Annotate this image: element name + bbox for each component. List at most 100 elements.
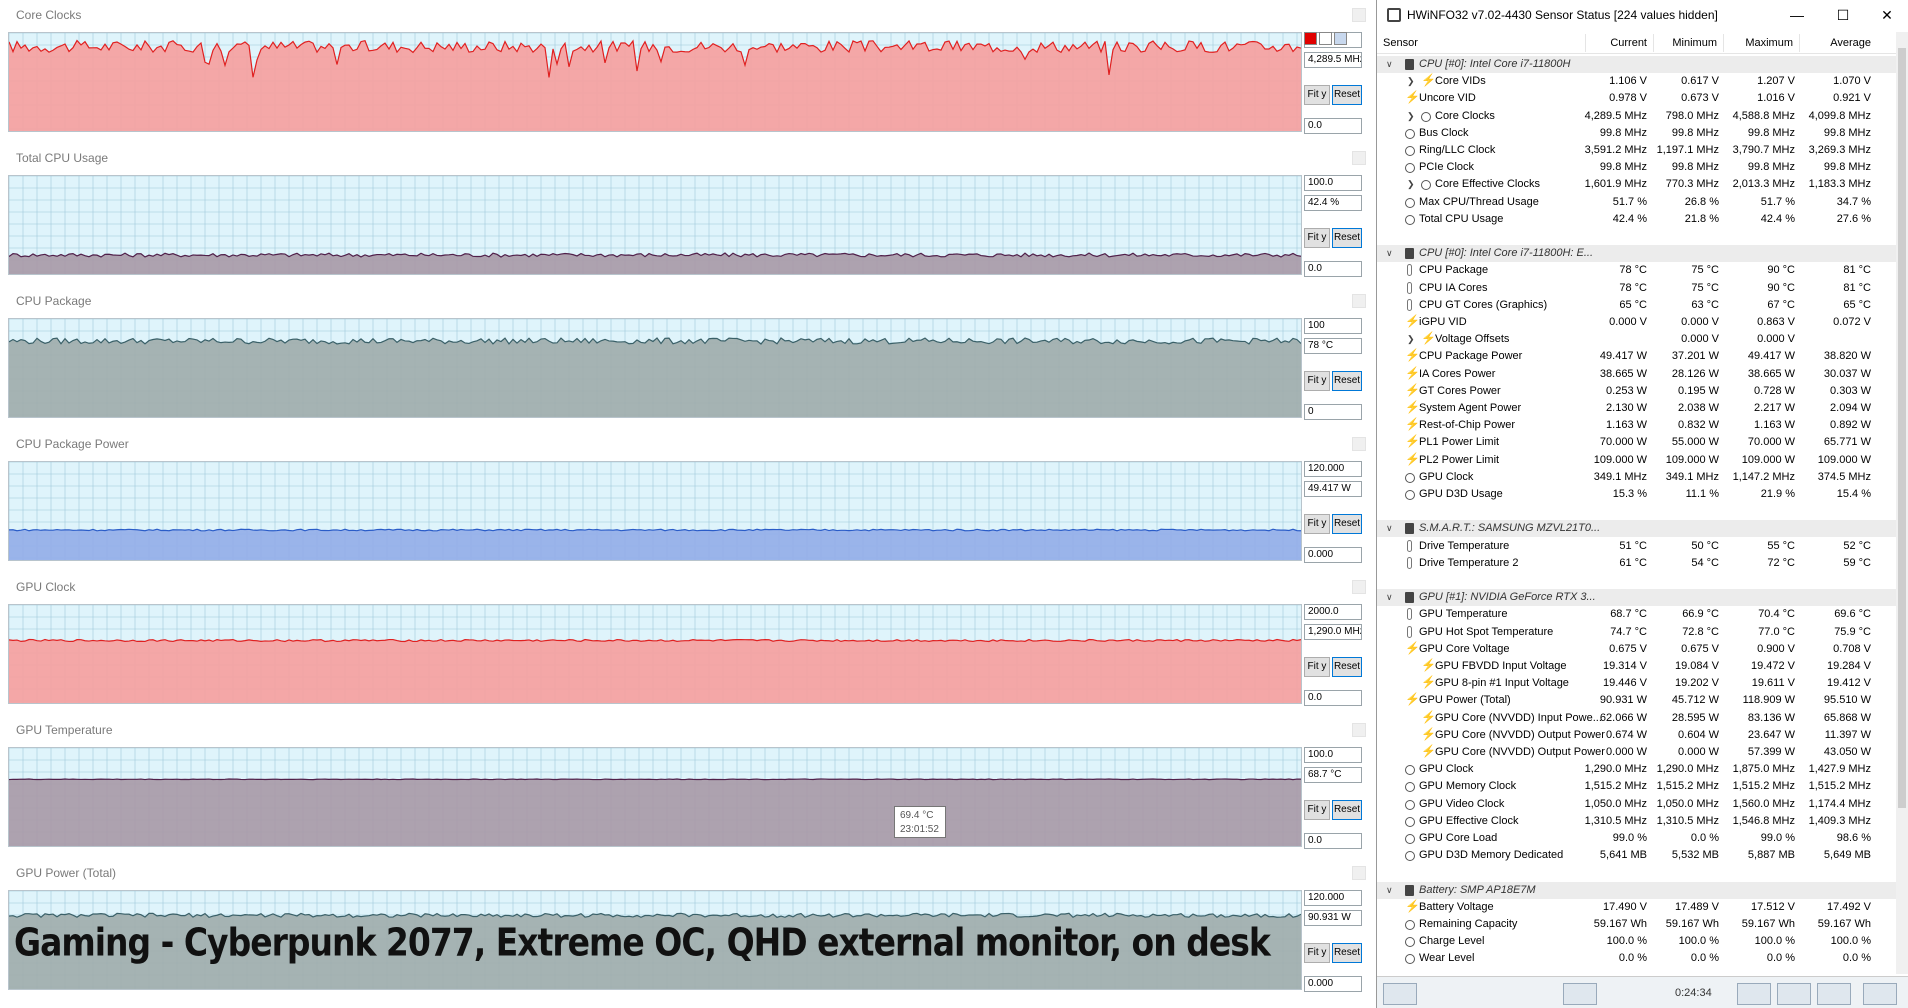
sensor-group[interactable]: ∨ CPU [#0]: Intel Core i7-11800H: E... [1377,245,1897,262]
sensor-row[interactable]: GPU D3D Usage 15.3 % 11.1 % 21.9 % 15.4 % [1377,486,1897,503]
col-average[interactable]: Average [1813,37,1871,49]
sensor-row[interactable]: ❯ ⚡ Core VIDs 1.106 V 0.617 V 1.207 V 1.070 V [1377,73,1897,90]
sensor-row[interactable]: Charge Level 100.0 % 100.0 % 100.0 % 100.0 % [1377,933,1897,950]
close-icon[interactable]: ✕ [1867,4,1907,26]
graph-max-value[interactable]: 2000.0 [1304,604,1362,620]
sensor-row[interactable]: Total CPU Usage 42.4 % 21.8 % 42.4 % 27.6 % [1377,211,1897,228]
sensor-row[interactable]: ❯ Core Effective Clocks 1,601.9 MHz 770.3 M… [1377,176,1897,193]
col-current[interactable]: Current [1597,37,1647,49]
sensor-row[interactable]: CPU Package 78 °C 75 °C 90 °C 81 °C [1377,262,1897,279]
graph-max-value[interactable]: 100 [1304,318,1362,334]
sensor-group[interactable]: ∨ Battery: SMP AP18E7M [1377,882,1897,899]
sensor-row[interactable]: ⚡ GPU 8-pin #1 Input Voltage 19.446 V 19.20… [1377,675,1897,692]
scrollbar-thumb[interactable] [1898,48,1906,808]
expand-icon[interactable]: ❯ [1407,176,1415,193]
sensor-row[interactable]: ⚡ System Agent Power 2.130 W 2.038 W 2.217 W… [1377,400,1897,417]
collapse-icon[interactable]: ∨ [1386,589,1393,606]
graph-close-icon[interactable] [1352,866,1366,880]
graph-min-value[interactable]: 0.000 [1304,976,1362,992]
minimize-icon[interactable]: — [1777,4,1817,26]
graph-close-icon[interactable] [1352,8,1366,22]
sensor-row[interactable]: GPU Clock 349.1 MHz 349.1 MHz 1,147.2 MHz 37… [1377,469,1897,486]
sensor-row[interactable]: ⚡ GPU Power (Total) 90.931 W 45.712 W 118.90… [1377,692,1897,709]
graph-max-value[interactable]: 100.0 [1304,175,1362,191]
reset-button[interactable]: Reset [1332,85,1362,105]
sensor-row[interactable]: Drive Temperature 51 °C 50 °C 55 °C 52 °C [1377,538,1897,555]
collapse-icon[interactable]: ∨ [1386,520,1393,537]
sensor-row[interactable]: ⚡ PL2 Power Limit 109.000 W 109.000 W 109.00… [1377,452,1897,469]
sensor-row[interactable]: ⚡ Rest-of-Chip Power 1.163 W 0.832 W 1.163 W… [1377,417,1897,434]
graph-min-value[interactable]: 0.0 [1304,833,1362,849]
sensor-row[interactable]: Drive Temperature 2 61 °C 54 °C 72 °C 59 °C [1377,555,1897,572]
reset-button[interactable]: Reset [1332,371,1362,391]
sensor-row[interactable]: GPU D3D Memory Dedicated 5,641 MB 5,532 MB… [1377,847,1897,864]
col-sensor[interactable]: Sensor [1383,37,1418,49]
sensor-row[interactable]: ⚡ GPU Core (NVVDD) Input Powe... 62.066 W2… [1377,710,1897,727]
graph-close-icon[interactable] [1352,437,1366,451]
graph-min-value[interactable]: 0.0 [1304,690,1362,706]
graph-max-value[interactable]: 120.000 [1304,461,1362,477]
clock-icon[interactable] [1737,983,1771,1005]
sensor-row[interactable]: ⚡ Uncore VID 0.978 V 0.673 V 1.016 V 0.921 V [1377,90,1897,107]
sensor-row[interactable]: ⚡ CPU Package Power 49.417 W 37.201 W 49.417… [1377,348,1897,365]
fit-y-button[interactable]: Fit y [1304,800,1330,820]
sensor-row[interactable]: Remaining Capacity 59.167 Wh 59.167 Wh 59.1… [1377,916,1897,933]
sensor-row[interactable]: GPU Core Load 99.0 % 0.0 % 99.0 % 98.6 % [1377,830,1897,847]
reset-button[interactable]: Reset [1332,514,1362,534]
sensor-row[interactable]: Bus Clock 99.8 MHz 99.8 MHz 99.8 MHz 99.8 MH… [1377,125,1897,142]
close-sensors-icon[interactable] [1863,983,1897,1005]
expand-icon[interactable]: ❯ [1407,73,1415,90]
sensor-row[interactable]: GPU Hot Spot Temperature 74.7 °C 72.8 °C 77… [1377,624,1897,641]
sensor-row[interactable]: GPU Clock 1,290.0 MHz 1,290.0 MHz 1,875.0 M… [1377,761,1897,778]
reset-button[interactable]: Reset [1332,943,1362,963]
sensor-row[interactable]: ⚡ GPU FBVDD Input Voltage 19.314 V 19.084 V… [1377,658,1897,675]
sensor-row[interactable]: Wear Level 0.0 % 0.0 % 0.0 % 0.0 % [1377,950,1897,967]
fit-y-button[interactable]: Fit y [1304,85,1330,105]
sensor-row[interactable]: PCIe Clock 99.8 MHz 99.8 MHz 99.8 MHz 99.8 M… [1377,159,1897,176]
graph-close-icon[interactable] [1352,580,1366,594]
sensor-row[interactable]: ⚡ GT Cores Power 0.253 W 0.195 W 0.728 W 0.30… [1377,383,1897,400]
sensor-row[interactable]: ❯ ⚡ Voltage Offsets 0.000 V 0.000 V [1377,331,1897,348]
sensor-row[interactable]: ⚡ IA Cores Power 38.665 W 28.126 W 38.665 W 3… [1377,366,1897,383]
col-maximum[interactable]: Maximum [1733,37,1793,49]
fit-y-button[interactable]: Fit y [1304,514,1330,534]
fit-y-button[interactable]: Fit y [1304,228,1330,248]
collapse-icon[interactable]: ∨ [1386,245,1393,262]
graph-close-icon[interactable] [1352,723,1366,737]
graph-max-value[interactable]: 120.000 [1304,890,1362,906]
col-minimum[interactable]: Minimum [1663,37,1717,49]
fit-y-button[interactable]: Fit y [1304,943,1330,963]
sensor-row[interactable]: ⚡ GPU Core (NVVDD) Output Power 0.000 W 0.0… [1377,744,1897,761]
nav-arrows-icon[interactable] [1383,983,1417,1005]
sensor-row[interactable]: ⚡ Battery Voltage 17.490 V 17.489 V 17.512 V… [1377,899,1897,916]
collapse-icon[interactable]: ∨ [1386,56,1393,73]
graph-min-value[interactable]: 0 [1304,404,1362,420]
sensor-row[interactable]: ⚡ GPU Core (NVVDD) Output Power 0.674 W 0.6… [1377,727,1897,744]
settings-icon[interactable] [1817,983,1851,1005]
fit-y-button[interactable]: Fit y [1304,657,1330,677]
sensor-row[interactable]: GPU Memory Clock 1,515.2 MHz 1,515.2 MHz 1,… [1377,778,1897,795]
expand-icon[interactable]: ❯ [1407,331,1415,348]
fit-y-button[interactable]: Fit y [1304,371,1330,391]
sensor-group[interactable]: ∨ GPU [#1]: NVIDIA GeForce RTX 3... [1377,589,1897,606]
reset-button[interactable]: Reset [1332,228,1362,248]
graph-max-value[interactable]: 100.0 [1304,747,1362,763]
sensor-scrollbar[interactable] [1896,32,1908,974]
sensor-row[interactable]: GPU Effective Clock 1,310.5 MHz 1,310.5 MH… [1377,813,1897,830]
graph-close-icon[interactable] [1352,294,1366,308]
collapse-icon[interactable]: ∨ [1386,882,1393,899]
sensor-row[interactable]: ⚡ GPU Core Voltage 0.675 V 0.675 V 0.900 V 0.… [1377,641,1897,658]
graph-min-value[interactable]: 0.0 [1304,261,1362,277]
graph-min-value[interactable]: 0.0 [1304,118,1362,134]
maximize-icon[interactable]: ☐ [1823,4,1863,26]
legend-swatches[interactable] [1304,32,1347,46]
expand-icon[interactable]: ❯ [1407,108,1415,125]
sensor-row[interactable]: GPU Temperature 68.7 °C 66.9 °C 70.4 °C 69.6… [1377,606,1897,623]
sensor-row[interactable]: ⚡ PL1 Power Limit 70.000 W 55.000 W 70.000 W… [1377,434,1897,451]
sensor-row[interactable]: CPU GT Cores (Graphics) 65 °C 63 °C 67 °C 65… [1377,297,1897,314]
reset-button[interactable]: Reset [1332,800,1362,820]
network-icon[interactable] [1563,983,1597,1005]
sensor-group[interactable]: ∨ CPU [#0]: Intel Core i7-11800H [1377,56,1897,73]
sensor-row[interactable]: ⚡ iGPU VID 0.000 V 0.000 V 0.863 V 0.072 V [1377,314,1897,331]
sensor-row[interactable]: GPU Video Clock 1,050.0 MHz 1,050.0 MHz 1,5… [1377,796,1897,813]
